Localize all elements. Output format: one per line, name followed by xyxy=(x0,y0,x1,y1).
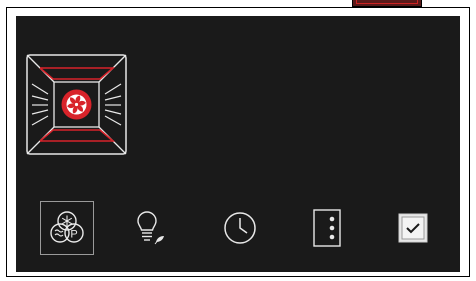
defrost-proof-button[interactable]: P xyxy=(40,201,94,255)
timer-button[interactable] xyxy=(213,201,267,255)
more-options-icon xyxy=(313,209,341,247)
timer-clock-icon xyxy=(224,212,256,244)
proof-letter: P xyxy=(70,229,77,241)
checkbox-confirm-icon xyxy=(398,213,428,243)
top-tab xyxy=(352,0,422,7)
oven-control-panel: P xyxy=(16,16,460,272)
convection-fan-mode-button[interactable] xyxy=(26,54,127,160)
convection-fan-icon xyxy=(26,54,127,155)
light-eco-icon xyxy=(137,211,164,245)
more-options-button[interactable] xyxy=(300,201,354,255)
confirm-button[interactable] xyxy=(386,201,440,255)
defrost-proof-icon: P xyxy=(50,211,84,243)
light-eco-button[interactable] xyxy=(124,201,178,255)
bottom-toolbar: P xyxy=(38,201,438,257)
